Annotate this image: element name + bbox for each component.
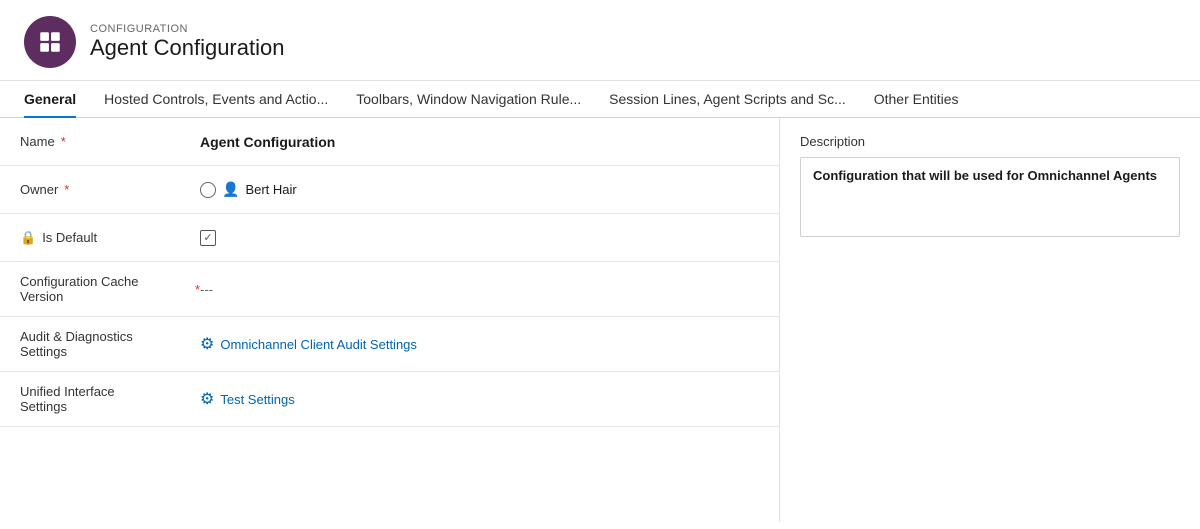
- lock-icon: 🔒: [20, 230, 36, 246]
- main-content: Name * Agent Configuration Owner * 👤 Ber…: [0, 118, 1200, 522]
- page-header: CONFIGURATION Agent Configuration: [0, 0, 1200, 81]
- audit-label: Audit & Diagnostics Settings: [20, 329, 200, 359]
- config-cache-label: Configuration Cache Version *: [20, 274, 200, 304]
- owner-row: Owner * 👤 Bert Hair: [0, 166, 779, 214]
- owner-label: Owner *: [20, 182, 200, 197]
- tab-bar: General Hosted Controls, Events and Acti…: [0, 81, 1200, 118]
- audit-link-container: ⚙ Omnichannel Client Audit Settings: [200, 334, 417, 354]
- checkbox-checkmark: ✓: [203, 231, 212, 244]
- header-text-block: CONFIGURATION Agent Configuration: [90, 23, 284, 61]
- tab-session[interactable]: Session Lines, Agent Scripts and Sc...: [609, 81, 846, 117]
- form-panel: Name * Agent Configuration Owner * 👤 Ber…: [0, 118, 780, 522]
- audit-settings-icon: ⚙: [200, 334, 214, 354]
- ui-link-container: ⚙ Test Settings: [200, 389, 295, 409]
- config-cache-row: Configuration Cache Version * ---: [0, 262, 779, 317]
- header-subtitle: CONFIGURATION: [90, 23, 284, 35]
- description-panel: Description Configuration that will be u…: [780, 118, 1200, 522]
- is-default-label: 🔒 Is Default: [20, 230, 200, 246]
- ui-settings-icon: ⚙: [200, 389, 214, 409]
- tab-toolbars[interactable]: Toolbars, Window Navigation Rule...: [356, 81, 581, 117]
- is-default-checkbox[interactable]: ✓: [200, 230, 216, 246]
- ui-link[interactable]: Test Settings: [220, 392, 294, 407]
- person-icon: 👤: [222, 181, 239, 198]
- name-row: Name * Agent Configuration: [0, 118, 779, 166]
- ui-label: Unified Interface Settings: [20, 384, 200, 414]
- owner-value: 👤 Bert Hair: [200, 181, 297, 198]
- tab-hosted[interactable]: Hosted Controls, Events and Actio...: [104, 81, 328, 117]
- is-default-row: 🔒 Is Default ✓: [0, 214, 779, 262]
- owner-required: *: [64, 182, 69, 197]
- header-icon: [24, 16, 76, 68]
- description-value: Configuration that will be used for Omni…: [813, 168, 1167, 183]
- audit-row: Audit & Diagnostics Settings ⚙ Omnichann…: [0, 317, 779, 372]
- header-title: Agent Configuration: [90, 35, 284, 61]
- agent-config-icon: [37, 29, 63, 55]
- tab-other[interactable]: Other Entities: [874, 81, 959, 117]
- owner-name: Bert Hair: [245, 182, 296, 197]
- name-value: Agent Configuration: [200, 134, 335, 150]
- audit-link[interactable]: Omnichannel Client Audit Settings: [220, 337, 417, 352]
- name-required: *: [61, 134, 66, 149]
- name-label: Name *: [20, 134, 200, 149]
- description-label: Description: [800, 134, 1180, 149]
- description-box: Configuration that will be used for Omni…: [800, 157, 1180, 237]
- ui-settings-row: Unified Interface Settings ⚙ Test Settin…: [0, 372, 779, 427]
- owner-circle-icon: [200, 182, 216, 198]
- tab-general[interactable]: General: [24, 81, 76, 117]
- config-cache-value: ---: [200, 282, 213, 297]
